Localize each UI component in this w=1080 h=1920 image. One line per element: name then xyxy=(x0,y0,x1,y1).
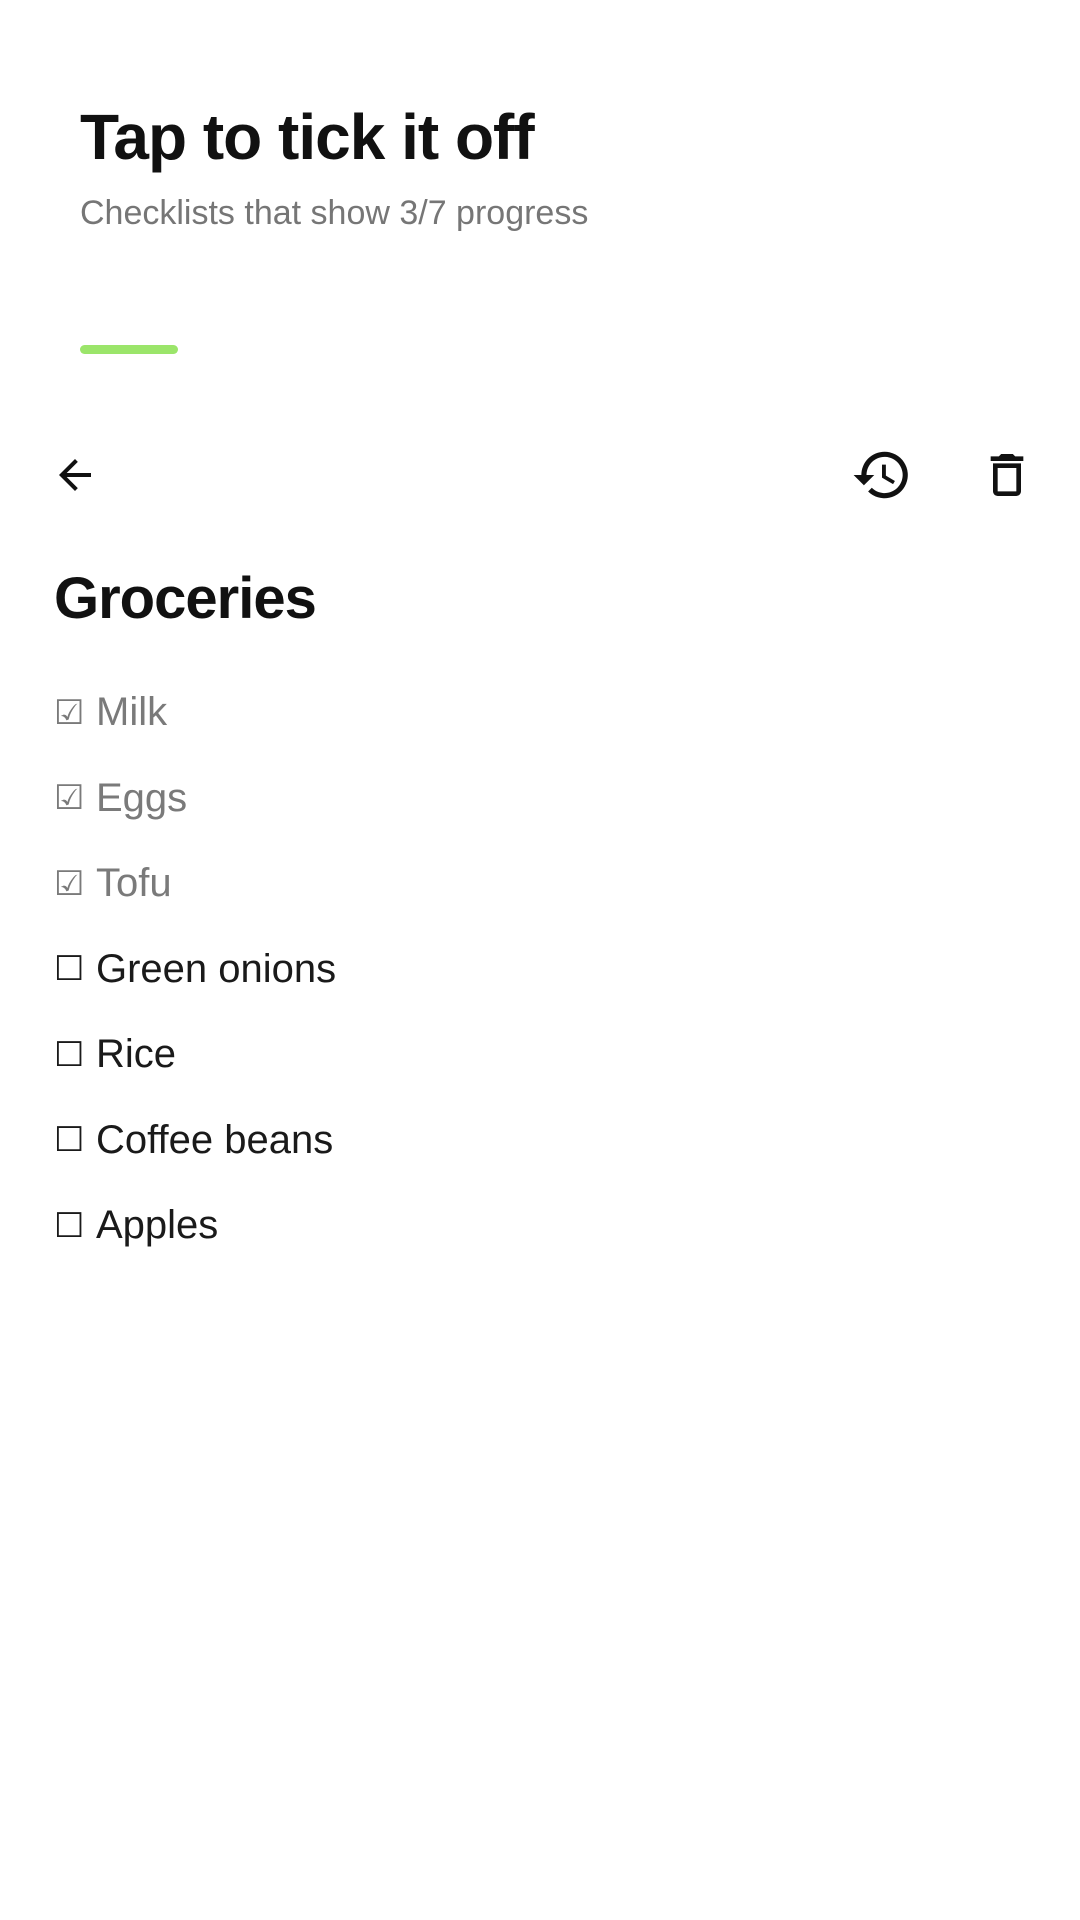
checked-box-icon[interactable]: ☑ xyxy=(54,867,96,901)
promo-header: Tap to tick it off Checklists that show … xyxy=(80,100,1000,234)
trash-icon xyxy=(990,454,1024,496)
promo-title: Tap to tick it off xyxy=(80,101,535,173)
item-label: Apples xyxy=(96,1203,219,1248)
checklist-item[interactable]: ☐ Apples xyxy=(54,1183,1014,1269)
arrow-back-icon xyxy=(59,459,91,491)
item-label: Coffee beans xyxy=(96,1117,334,1162)
back-button[interactable] xyxy=(30,430,120,520)
checked-box-icon[interactable]: ☑ xyxy=(54,696,96,730)
checklist-item[interactable]: ☑ Eggs xyxy=(54,756,1014,842)
item-label: Rice xyxy=(96,1032,177,1077)
item-label: Eggs xyxy=(96,775,188,820)
history-icon xyxy=(853,451,908,499)
checklist: ☑ Milk ☑ Eggs ☑ Tofu ☐ Green onions ☐ Ri… xyxy=(54,670,1014,1269)
item-label: Tofu xyxy=(96,861,172,906)
unchecked-box-icon[interactable]: ☐ xyxy=(54,1123,96,1157)
item-label: Milk xyxy=(96,690,168,735)
promo-subtitle: Checklists that show 3/7 progress xyxy=(80,194,589,232)
checklist-item[interactable]: ☐ Coffee beans xyxy=(54,1098,1014,1184)
checklist-item[interactable]: ☑ Milk xyxy=(54,670,1014,756)
item-label: Green onions xyxy=(96,946,337,991)
unchecked-box-icon[interactable]: ☐ xyxy=(54,1209,96,1243)
delete-button[interactable] xyxy=(962,430,1052,520)
accent-bar xyxy=(80,345,178,354)
list-title: Groceries xyxy=(54,566,317,631)
checklist-item[interactable]: ☐ Rice xyxy=(54,1012,1014,1098)
toolbar xyxy=(0,430,1080,520)
checklist-item[interactable]: ☑ Tofu xyxy=(54,841,1014,927)
unchecked-box-icon[interactable]: ☐ xyxy=(54,952,96,986)
checked-box-icon[interactable]: ☑ xyxy=(54,781,96,815)
unchecked-box-icon[interactable]: ☐ xyxy=(54,1038,96,1072)
checklist-item[interactable]: ☐ Green onions xyxy=(54,927,1014,1013)
history-button[interactable] xyxy=(837,430,927,520)
